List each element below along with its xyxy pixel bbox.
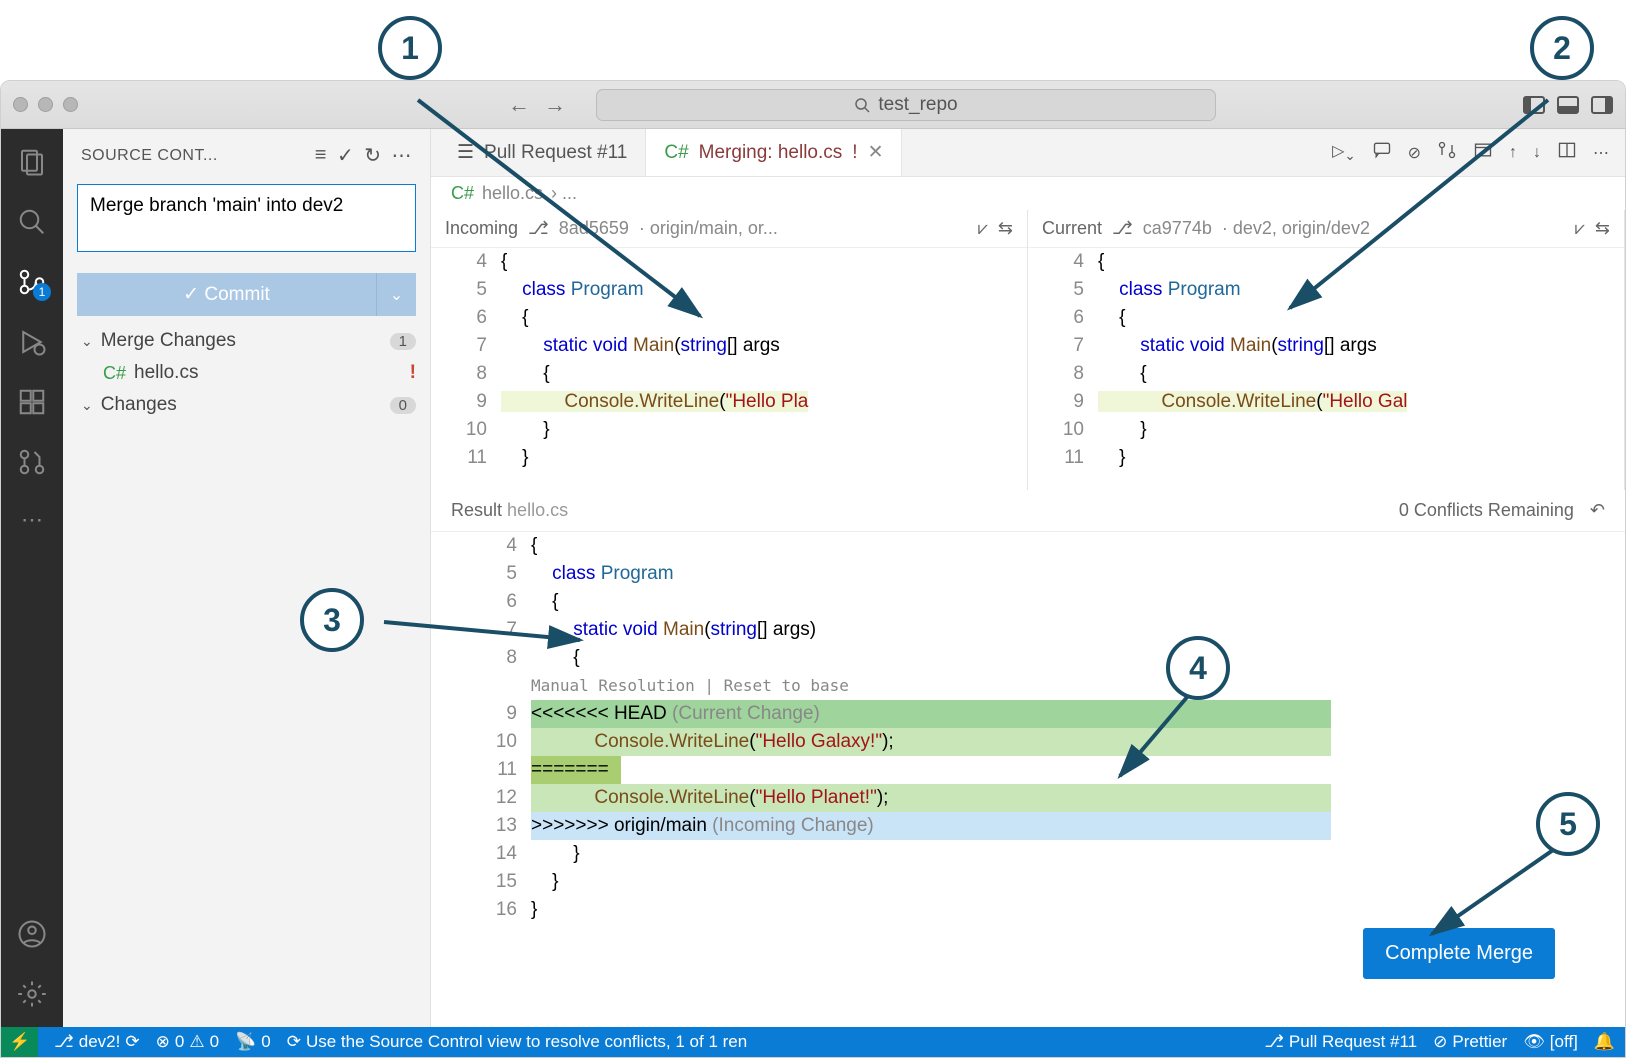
vscode-window: ← → test_repo 1 ⋯ [0, 80, 1626, 1058]
undo-icon[interactable]: ↶ [1590, 500, 1605, 521]
settings-gear-icon[interactable] [17, 979, 47, 1009]
activity-bar: 1 ⋯ [1, 129, 63, 1027]
layout-left-icon[interactable] [1523, 96, 1545, 114]
pr-status[interactable]: ⎇ Pull Request #11 [1264, 1032, 1417, 1052]
commit-dropdown[interactable]: ⌄ [376, 273, 416, 316]
account-icon[interactable] [17, 919, 47, 949]
open-changes-icon[interactable] [1473, 140, 1493, 165]
chevron-down-icon: ⌄ [81, 333, 93, 350]
annotation-3: 3 [300, 588, 364, 652]
debug-icon[interactable] [17, 327, 47, 357]
changes-count: 0 [390, 397, 416, 414]
compare-icon[interactable]: ⇆ [1595, 218, 1610, 239]
editor-area: ☰ Pull Request #11 C# Merging: hello.cs … [431, 129, 1625, 1027]
run-icon[interactable]: ▷⌄ [1332, 141, 1355, 164]
ports-status[interactable]: 📡 0 [235, 1032, 271, 1052]
commit-icon: ⎇ [528, 218, 549, 239]
tab-pull-request[interactable]: ☰ Pull Request #11 [439, 129, 646, 176]
search-text: test_repo [878, 94, 957, 116]
screencast-status[interactable]: 👁 [off] [1523, 1032, 1578, 1052]
chevron-down-icon: ⌄ [81, 397, 93, 414]
prettier-status[interactable]: ⊘ Prettier [1433, 1032, 1507, 1052]
csharp-file-icon: C# [103, 363, 126, 384]
annotation-4: 4 [1166, 636, 1230, 700]
problems-status[interactable]: ⊗ 0 ⚠ 0 [156, 1032, 219, 1052]
current-code[interactable]: 4 5 6 7 8 9 10 11 { class Program { stat… [1028, 248, 1624, 472]
incoming-code[interactable]: 4 5 6 7 8 9 10 11 { class Program { stat… [431, 248, 1027, 472]
source-control-sidebar: SOURCE CONT... ≡ ✓ ↻ ⋯ ✓ Commit ⌄ ⌄ Merg… [63, 129, 431, 1027]
annotation-5: 5 [1536, 792, 1600, 856]
nav-back-icon[interactable]: ← [508, 92, 530, 118]
sync-status[interactable]: ⟳ Use the Source Control view to resolve… [287, 1032, 748, 1052]
search-activity-icon[interactable] [17, 207, 47, 237]
commit-icon: ⎇ [1112, 218, 1133, 239]
current-title: Current [1042, 218, 1102, 239]
scm-badge: 1 [33, 283, 51, 301]
git-compare-icon[interactable] [1437, 140, 1457, 165]
window-controls [13, 97, 78, 112]
compare-icon[interactable]: ⇆ [998, 218, 1013, 239]
minimize-window[interactable] [38, 97, 53, 112]
status-bar: ⚡ ⎇ dev2! ⟳ ⊗ 0 ⚠ 0 📡 0 ⟳ Use the Source… [1, 1027, 1625, 1057]
titlebar: ← → test_repo [1, 81, 1625, 129]
accept-all-icon[interactable]: ⩗ [978, 218, 988, 239]
source-control-icon[interactable]: 1 [17, 267, 47, 297]
current-commit: ca9774b [1143, 218, 1212, 239]
complete-merge-button[interactable]: Complete Merge [1363, 928, 1555, 979]
search-icon [854, 97, 870, 113]
csharp-icon: C# [451, 183, 474, 204]
layout-right-icon[interactable] [1591, 96, 1613, 114]
commit-message-input[interactable] [77, 184, 416, 252]
sidebar-title: SOURCE CONT... [81, 147, 305, 165]
result-header: Result hello.cs 0 Conflicts Remaining ↶ [431, 490, 1625, 532]
code-lens[interactable]: Manual Resolution | Reset to base [531, 672, 849, 700]
file-hello-cs[interactable]: C# hello.cs ! [63, 358, 430, 388]
breadcrumbs[interactable]: C# hello.cs › ... [431, 177, 1625, 210]
tab-merging[interactable]: C# Merging: hello.cs ! ✕ [646, 129, 902, 176]
more-actions-icon[interactable]: ⋯ [392, 143, 413, 168]
split-editor-icon[interactable] [1557, 140, 1577, 165]
refresh-icon[interactable]: ↻ [364, 143, 381, 168]
merge-count: 1 [390, 333, 416, 350]
branch-status[interactable]: ⎇ dev2! ⟳ [54, 1032, 139, 1052]
close-window[interactable] [13, 97, 28, 112]
conflict-indicator: ! [410, 362, 416, 384]
check-icon[interactable]: ⊘ [1408, 143, 1421, 163]
extensions-icon[interactable] [17, 387, 47, 417]
notifications-icon[interactable]: 🔔 [1594, 1032, 1615, 1052]
layout-bottom-icon[interactable] [1557, 96, 1579, 114]
explorer-icon[interactable] [17, 147, 47, 177]
up-arrow-icon[interactable]: ↑ [1509, 144, 1517, 162]
conflicts-remaining: 0 Conflicts Remaining [1399, 500, 1574, 521]
csharp-icon: C# [664, 142, 688, 164]
incoming-pane: Incoming ⎇ 8ad5659 · origin/main, or... … [431, 210, 1028, 490]
commit-action-icon[interactable]: ✓ [337, 143, 354, 168]
dirty-indicator: ! [852, 142, 857, 164]
nav-forward-icon[interactable]: → [544, 92, 566, 118]
annotation-2: 2 [1530, 16, 1594, 80]
maximize-window[interactable] [63, 97, 78, 112]
incoming-title: Incoming [445, 218, 518, 239]
result-pane: 4 5 6 7 8 9 10 11 12 13 14 15 16 { class… [431, 532, 1625, 1027]
current-pane: Current ⎇ ca9774b · dev2, origin/dev2 ⩗⇆… [1028, 210, 1625, 490]
commit-button[interactable]: ✓ Commit [77, 273, 376, 316]
result-code[interactable]: 4 5 6 7 8 9 10 11 12 13 14 15 16 { class… [431, 532, 1625, 924]
more-icon[interactable]: ⋯ [17, 507, 47, 537]
view-as-tree-icon[interactable]: ≡ [315, 144, 327, 167]
merge-editor-3way: Incoming ⎇ 8ad5659 · origin/main, or... … [431, 210, 1625, 490]
down-arrow-icon[interactable]: ↓ [1533, 144, 1541, 162]
editor-tabs: ☰ Pull Request #11 C# Merging: hello.cs … [431, 129, 1625, 177]
more-tab-icon[interactable]: ⋯ [1593, 143, 1609, 163]
merge-changes-section[interactable]: ⌄ Merge Changes 1 [63, 324, 430, 358]
incoming-commit: 8ad5659 [559, 218, 629, 239]
comment-icon[interactable] [1372, 140, 1392, 165]
list-icon: ☰ [457, 141, 474, 164]
close-tab-icon[interactable]: ✕ [868, 141, 884, 164]
remote-indicator[interactable]: ⚡ [1, 1027, 38, 1057]
github-pr-icon[interactable] [17, 447, 47, 477]
command-center[interactable]: test_repo [596, 89, 1216, 121]
accept-all-icon[interactable]: ⩗ [1575, 218, 1585, 239]
annotation-1: 1 [378, 16, 442, 80]
changes-section[interactable]: ⌄ Changes 0 [63, 388, 430, 422]
